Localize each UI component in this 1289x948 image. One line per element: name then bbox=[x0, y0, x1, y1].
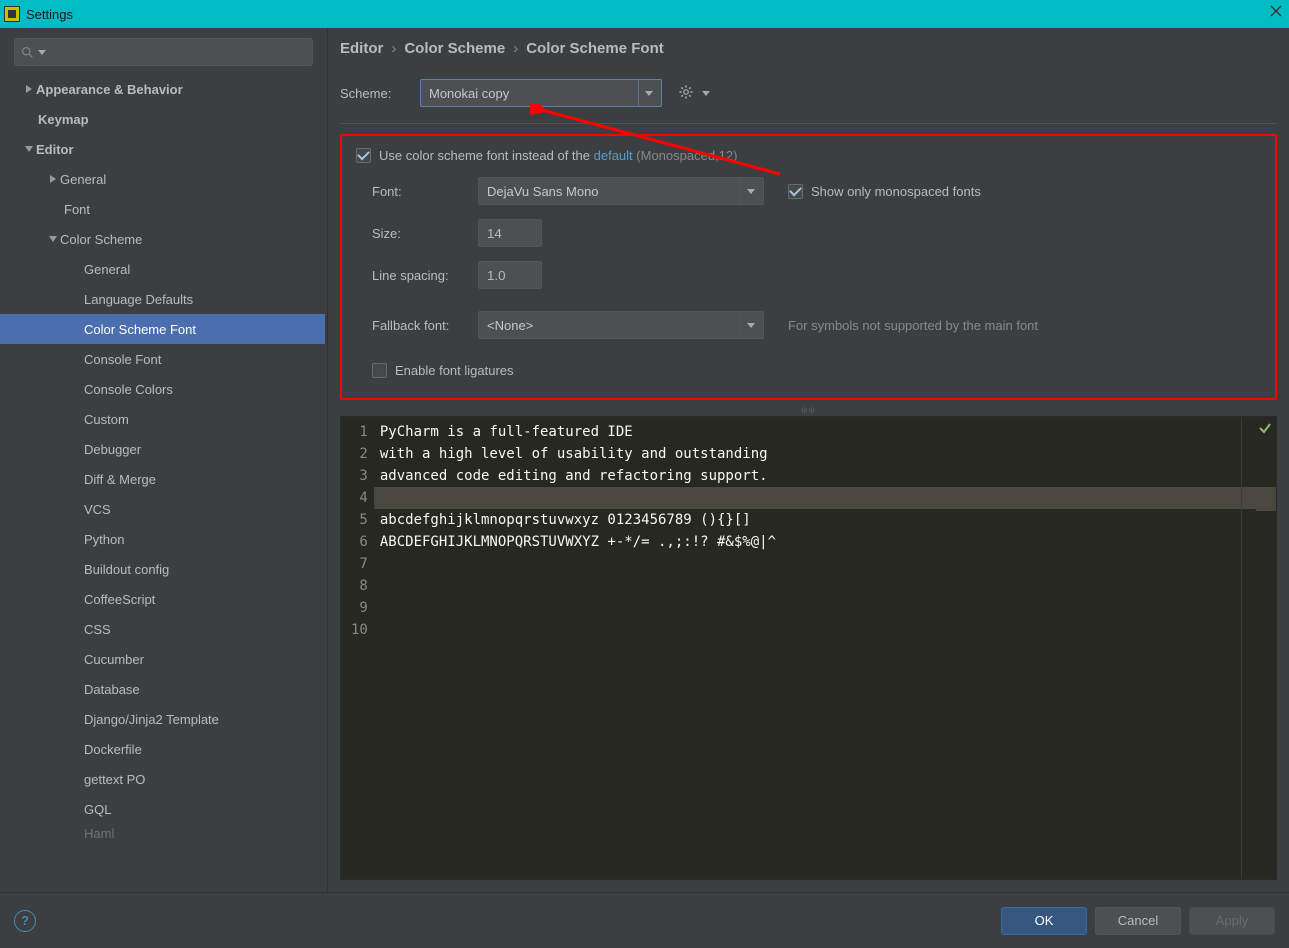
fallback-row: Fallback font: <None> For symbols not su… bbox=[356, 311, 1261, 339]
scheme-row: Scheme: Monokai copy bbox=[328, 75, 1289, 111]
gear-menu-icon[interactable] bbox=[702, 91, 710, 96]
titlebar: Settings bbox=[0, 0, 1289, 28]
tree-cs-coffee[interactable]: CoffeeScript bbox=[0, 584, 325, 614]
tree-cs-general[interactable]: General bbox=[0, 254, 325, 284]
use-scheme-label-a: Use color scheme font instead of the bbox=[379, 148, 594, 163]
settings-tree[interactable]: Appearance & Behavior Keymap Editor Gene… bbox=[0, 74, 327, 892]
fallback-combo[interactable]: <None> bbox=[478, 311, 764, 339]
editor-marker bbox=[1256, 489, 1276, 511]
tree-cs-python[interactable]: Python bbox=[0, 524, 325, 554]
use-scheme-font-checkbox[interactable]: Use color scheme font instead of the def… bbox=[356, 148, 1261, 163]
default-link[interactable]: default bbox=[594, 148, 633, 163]
editor-gutter: 12345678910 bbox=[341, 417, 374, 879]
breadcrumb: Editor › Color Scheme › Color Scheme Fon… bbox=[328, 36, 1289, 75]
chevron-down-icon bbox=[740, 312, 755, 338]
main-panel: Editor › Color Scheme › Color Scheme Fon… bbox=[328, 28, 1289, 892]
tree-editor[interactable]: Editor bbox=[0, 134, 325, 164]
crumb-3: Color Scheme Font bbox=[526, 40, 664, 57]
spacing-row: Line spacing: bbox=[356, 261, 1261, 289]
size-row: Size: bbox=[356, 219, 1261, 247]
tree-appearance[interactable]: Appearance & Behavior bbox=[0, 74, 325, 104]
chevron-down-icon bbox=[638, 80, 653, 106]
scheme-label: Scheme: bbox=[340, 86, 408, 101]
tree-cs-diff[interactable]: Diff & Merge bbox=[0, 464, 325, 494]
font-label: Font: bbox=[372, 184, 468, 199]
ok-button[interactable]: OK bbox=[1001, 907, 1087, 935]
tree-cs-more[interactable]: Haml bbox=[0, 824, 325, 842]
use-scheme-suffix: (Monospaced,12) bbox=[636, 148, 737, 163]
help-icon[interactable]: ? bbox=[14, 910, 36, 932]
tree-cs-lang-defaults[interactable]: Language Defaults bbox=[0, 284, 325, 314]
ligatures-label: Enable font ligatures bbox=[395, 363, 514, 378]
tree-cs-database[interactable]: Database bbox=[0, 674, 325, 704]
size-input[interactable] bbox=[478, 219, 542, 247]
editor-vline bbox=[1241, 417, 1242, 879]
checkbox-icon bbox=[788, 184, 803, 199]
apply-button: Apply bbox=[1189, 907, 1275, 935]
tree-cs-cucumber[interactable]: Cucumber bbox=[0, 644, 325, 674]
search-options-icon[interactable] bbox=[38, 50, 46, 55]
cancel-button[interactable]: Cancel bbox=[1095, 907, 1181, 935]
fallback-value: <None> bbox=[487, 318, 533, 333]
fallback-hint: For symbols not supported by the main fo… bbox=[788, 318, 1038, 333]
tree-color-scheme[interactable]: Color Scheme bbox=[0, 224, 325, 254]
tree-cs-custom[interactable]: Custom bbox=[0, 404, 325, 434]
font-combo[interactable]: DejaVu Sans Mono bbox=[478, 177, 764, 205]
gear-icon[interactable] bbox=[678, 84, 694, 103]
tree-cs-gql[interactable]: GQL bbox=[0, 794, 325, 824]
only-mono-checkbox[interactable]: Show only monospaced fonts bbox=[788, 184, 981, 199]
tree-keymap[interactable]: Keymap bbox=[0, 104, 325, 134]
vertical-grip-icon[interactable]: ፨፨ bbox=[328, 404, 1289, 416]
ligatures-checkbox[interactable]: Enable font ligatures bbox=[356, 363, 1261, 378]
tree-cs-font[interactable]: Color Scheme Font bbox=[0, 314, 325, 344]
checkbox-icon bbox=[372, 363, 387, 378]
spacing-input[interactable] bbox=[478, 261, 542, 289]
editor-code: PyCharm is a full-featured IDEwith a hig… bbox=[374, 417, 1276, 879]
tree-cs-dockerfile[interactable]: Dockerfile bbox=[0, 734, 325, 764]
font-row: Font: DejaVu Sans Mono Show only monospa… bbox=[356, 177, 1261, 205]
scheme-combo[interactable]: Monokai copy bbox=[420, 79, 662, 107]
close-icon[interactable] bbox=[1269, 4, 1283, 20]
only-mono-label: Show only monospaced fonts bbox=[811, 184, 981, 199]
tree-cs-console-font[interactable]: Console Font bbox=[0, 344, 325, 374]
tree-cs-vcs[interactable]: VCS bbox=[0, 494, 325, 524]
tree-cs-buildout[interactable]: Buildout config bbox=[0, 554, 325, 584]
spacing-label: Line spacing: bbox=[372, 268, 468, 283]
scheme-value: Monokai copy bbox=[429, 86, 509, 101]
size-label: Size: bbox=[372, 226, 468, 241]
tree-cs-debugger[interactable]: Debugger bbox=[0, 434, 325, 464]
chevron-right-icon: › bbox=[513, 40, 518, 57]
font-settings-panel: Use color scheme font instead of the def… bbox=[340, 134, 1277, 400]
divider bbox=[340, 123, 1277, 124]
checkbox-icon bbox=[356, 148, 371, 163]
tree-general[interactable]: General bbox=[0, 164, 325, 194]
ok-flag-icon bbox=[1258, 421, 1272, 439]
crumb-1[interactable]: Editor bbox=[340, 40, 383, 57]
search-input[interactable] bbox=[14, 38, 313, 66]
sidebar: Appearance & Behavior Keymap Editor Gene… bbox=[0, 28, 328, 892]
chevron-down-icon bbox=[740, 178, 755, 204]
tree-cs-console-colors[interactable]: Console Colors bbox=[0, 374, 325, 404]
preview-editor[interactable]: 12345678910 PyCharm is a full-featured I… bbox=[340, 416, 1277, 880]
chevron-right-icon: › bbox=[391, 40, 396, 57]
crumb-2[interactable]: Color Scheme bbox=[404, 40, 505, 57]
window-title: Settings bbox=[26, 7, 73, 22]
tree-cs-django[interactable]: Django/Jinja2 Template bbox=[0, 704, 325, 734]
tree-font[interactable]: Font bbox=[0, 194, 325, 224]
tree-cs-gettext[interactable]: gettext PO bbox=[0, 764, 325, 794]
fallback-label: Fallback font: bbox=[372, 318, 468, 333]
tree-cs-css[interactable]: CSS bbox=[0, 614, 325, 644]
content: Appearance & Behavior Keymap Editor Gene… bbox=[0, 28, 1289, 892]
app-icon bbox=[4, 6, 20, 22]
font-value: DejaVu Sans Mono bbox=[487, 184, 599, 199]
footer: ? OK Cancel Apply bbox=[0, 892, 1289, 948]
